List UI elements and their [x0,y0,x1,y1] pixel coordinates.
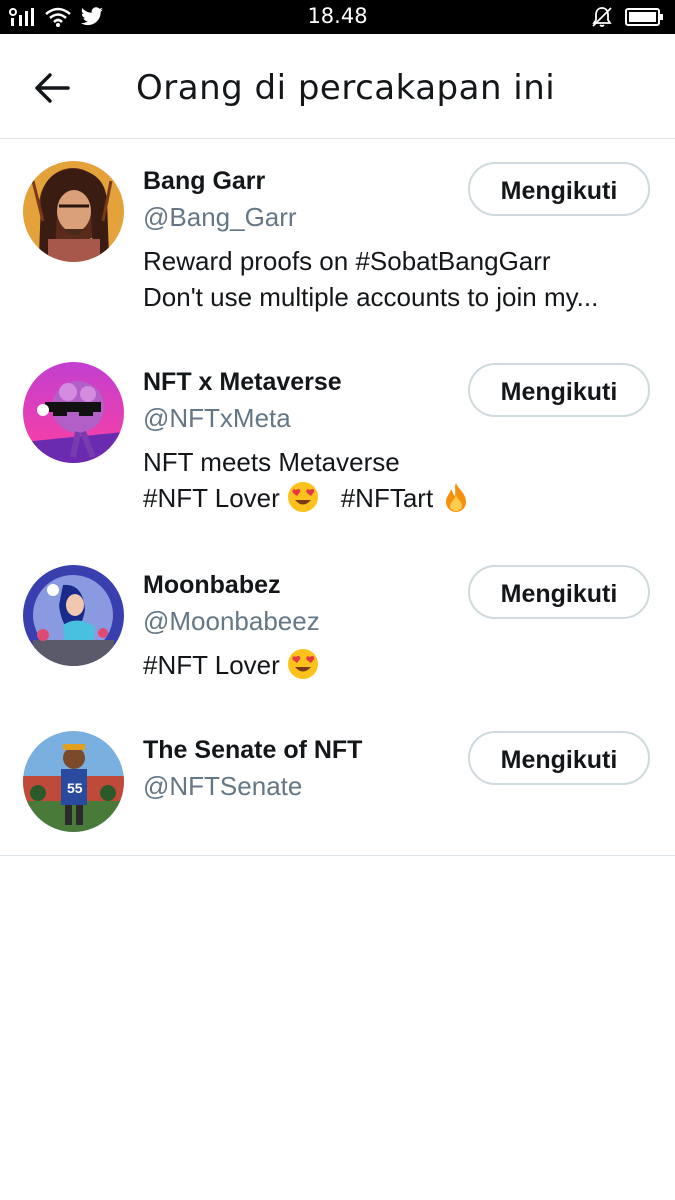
back-arrow-icon[interactable] [30,68,76,108]
app-header: Orang di percakapan ini [0,34,675,139]
user-row-moonbabez[interactable]: Moonbabez @Moonbabeez #NFT Lover Mengiku… [0,543,675,711]
bio-hashtag[interactable]: #NFTart [341,483,433,513]
fire-emoji-icon [440,481,472,513]
user-bio: Reward proofs on #SobatBangGarr Don't us… [143,243,638,315]
avatar[interactable]: 55 [23,731,124,832]
status-bar: 18.48 [0,0,675,34]
user-bio: #NFT Lover [143,647,638,683]
following-button[interactable]: Mengikuti [468,162,650,216]
user-handle: @NFTSenate [143,771,303,801]
user-display-name[interactable]: NFT x Metaverse [143,368,342,397]
bio-line: Don't use multiple accounts to join my..… [143,282,599,312]
battery-icon [625,7,665,27]
user-handle: @Bang_Garr [143,202,297,232]
user-display-name[interactable]: Moonbabez [143,571,281,600]
status-time: 18.48 [307,4,368,28]
page-title: Orang di percakapan ini [136,68,556,108]
user-display-name[interactable]: Bang Garr [143,167,265,196]
following-button[interactable]: Mengikuti [468,363,650,417]
avatar[interactable] [23,161,124,262]
avatar[interactable] [23,565,124,666]
bio-hashtag[interactable]: #NFT Lover [143,483,280,513]
user-handle: @Moonbabeez [143,606,320,636]
user-bio: NFT meets Metaverse #NFT Lover #NFTart [143,444,638,516]
bio-line-emoji: #NFT Lover #NFTart [143,480,638,516]
avatar[interactable] [23,362,124,463]
bio-line: NFT meets Metaverse [143,447,400,477]
list-divider [0,855,675,856]
heart-eyes-emoji-icon [287,648,319,680]
following-button[interactable]: Mengikuti [468,731,650,785]
user-row-bang-garr[interactable]: Bang Garr @Bang_Garr Reward proofs on #S… [0,139,675,339]
bio-hashtag[interactable]: #NFT Lover [143,650,280,680]
bio-line-emoji: #NFT Lover [143,647,638,683]
svg-text:55: 55 [67,780,83,796]
bio-line: Reward proofs on #SobatBangGarr [143,246,551,276]
user-handle: @NFTxMeta [143,403,291,433]
user-row-senate-of-nft[interactable]: 55 The Senate of NFT @NFTSenate Mengikut… [0,711,675,855]
user-display-name[interactable]: The Senate of NFT [143,736,362,765]
user-row-nft-x-metaverse[interactable]: NFT x Metaverse @NFTxMeta NFT meets Meta… [0,340,675,542]
heart-eyes-emoji-icon [287,481,319,513]
bell-off-icon [591,6,613,28]
following-button[interactable]: Mengikuti [468,565,650,619]
